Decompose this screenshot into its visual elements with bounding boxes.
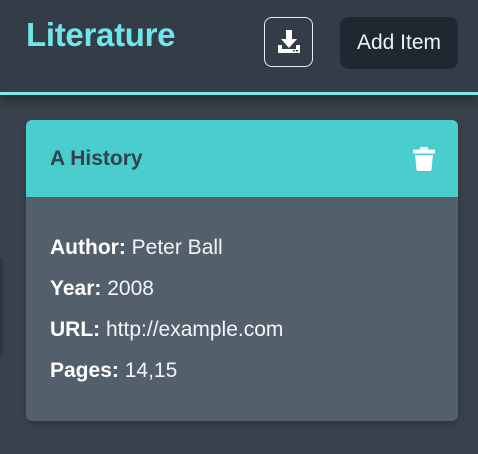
field-value: 14,15 — [124, 359, 178, 382]
field-pages: Pages: 14,15 — [50, 358, 283, 399]
download-icon — [277, 30, 300, 53]
field-label: URL: — [50, 318, 101, 341]
field-label: Pages: — [50, 359, 119, 382]
field-label: Year: — [50, 277, 102, 300]
field-value: Peter Ball — [131, 236, 223, 259]
field-value: http://example.com — [106, 318, 284, 341]
field-url: URL: http://example.com — [50, 317, 283, 358]
card-title: A History — [50, 147, 143, 170]
card-header: A History — [26, 120, 458, 197]
literature-card: A History Author: Peter Ball Year: 2008 … — [26, 120, 458, 421]
field-label: Author: — [50, 236, 126, 259]
download-button[interactable] — [264, 17, 313, 67]
field-year: Year: 2008 — [50, 276, 283, 317]
field-author: Author: Peter Ball — [50, 235, 283, 276]
app-header: Literature Add Item — [0, 0, 478, 95]
trash-icon[interactable] — [413, 147, 435, 171]
app-root: Literature Add Item A History Author: Pe… — [0, 0, 478, 454]
field-value: 2008 — [107, 277, 154, 300]
add-item-button[interactable]: Add Item — [340, 17, 458, 69]
card-body: Author: Peter Ball Year: 2008 URL: http:… — [50, 235, 283, 399]
left-edge-divider — [0, 258, 3, 356]
page-title: Literature — [26, 16, 176, 53]
